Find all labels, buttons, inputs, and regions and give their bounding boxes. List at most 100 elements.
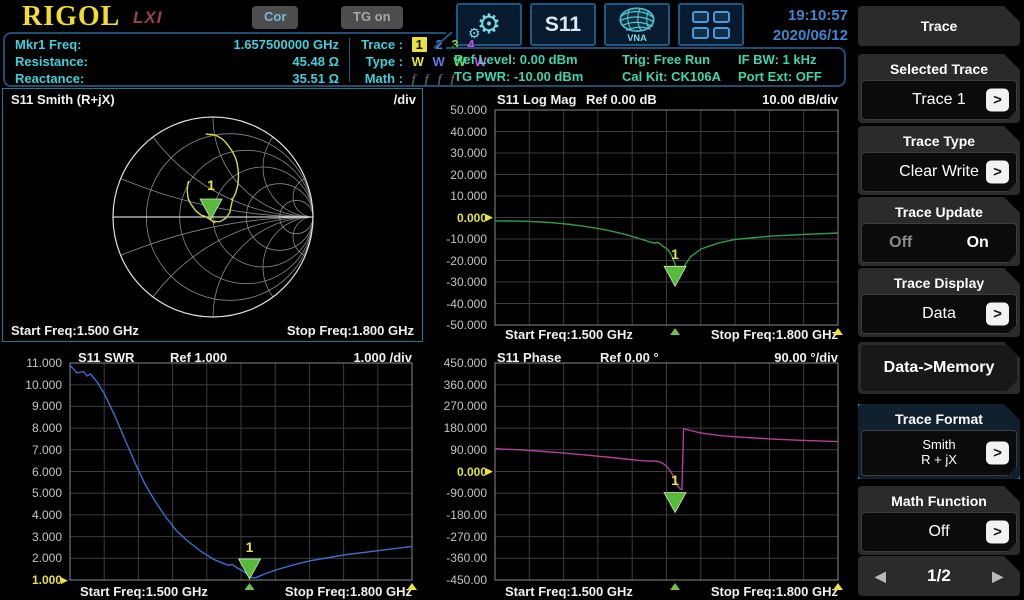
axis-tick-label: 4.000 <box>0 508 62 522</box>
marker-info-bar: Mkr1 Freq: 1.657500000 GHz Resistance: 4… <box>3 32 446 87</box>
stop-freq-tick <box>833 328 843 335</box>
trace-update-off[interactable]: Off <box>889 234 912 252</box>
softkey-trace-display[interactable]: Trace Display Data > <box>858 268 1020 337</box>
axis-tick-label: 3.000 <box>0 530 62 544</box>
axis-tick-label: 8.000 <box>0 421 62 435</box>
trace-update-on[interactable]: On <box>967 234 989 252</box>
axis-tick-label: 1.000 <box>0 573 62 587</box>
softkey-menu: Trace Selected Trace Trace 1 > Trace Typ… <box>858 0 1022 600</box>
clock: 19:10:57 2020/06/12 <box>720 6 848 45</box>
trace-type-value: Clear Write <box>899 163 979 181</box>
axis-tick-label: 30.000 <box>424 146 487 160</box>
page-indicator: 1/2 <box>927 566 951 586</box>
trace-row-label: Trace : <box>357 37 403 52</box>
axis-tick-label: -10.000 <box>424 232 487 246</box>
chevron-right-icon[interactable]: > <box>986 521 1009 544</box>
ref-level-arrow-icon: ▶ <box>486 213 493 222</box>
mkr1-freq-label: Mkr1 Freq: <box>15 37 81 52</box>
if-bandwidth: IF BW: 1 kHz <box>738 52 817 67</box>
lxi-logo: LXI <box>133 8 162 28</box>
vna-screen: RIGOL LXI Cor TG on ⚙ ⚙ S11 VNA 19:10:57… <box>0 0 1024 600</box>
axis-tick-label: -450.00 <box>424 573 487 587</box>
stop-freq-tick <box>833 583 843 590</box>
time: 19:10:57 <box>720 6 848 26</box>
softkey-trace-type[interactable]: Trace Type Clear Write > <box>858 126 1020 195</box>
trace-type-label: Trace Type <box>861 129 1017 152</box>
axis-tick-label: -180.00 <box>424 508 487 522</box>
cal-kit: Cal Kit: CK106A <box>622 69 721 84</box>
trigger-status: Trig: Free Run <box>622 52 710 67</box>
info-divider <box>349 38 350 82</box>
softkey-pager[interactable]: ◀ 1/2 ▶ <box>858 556 1020 596</box>
menu-title-label: Trace <box>861 9 1017 43</box>
type1: W <box>412 54 424 69</box>
axis-tick-label: 7.000 <box>0 443 62 457</box>
axis-tick-label: 9.000 <box>0 399 62 413</box>
axis-tick-label: -90.000 <box>424 486 487 500</box>
axis-tick-label: -360.00 <box>424 551 487 565</box>
trace-format-value-line1: Smith <box>921 438 957 453</box>
marker-1-label: 1 <box>240 539 260 555</box>
date: 2020/06/12 <box>720 26 848 46</box>
ref-level-arrow-icon: ▶ <box>486 467 493 476</box>
axis-tick-label: 50.000 <box>424 103 487 117</box>
data-to-memory-label: Data->Memory <box>884 359 995 377</box>
softkey-math-function[interactable]: Math Function Off > <box>858 486 1020 555</box>
axis-tick-label: 5.000 <box>0 486 62 500</box>
axis-tick-label: 40.000 <box>424 125 487 139</box>
stop-freq-tick <box>407 583 417 590</box>
axis-tick-label: -30.000 <box>424 275 487 289</box>
phase-panel: S11 Phase Ref 0.00 ° 90.00 °/div Start F… <box>424 348 850 600</box>
axis-tick-label: 90.000 <box>424 443 487 457</box>
axis-tick-label: 20.000 <box>424 168 487 182</box>
resistance-label: Resistance: <box>15 54 88 69</box>
marker-freq-tick <box>670 583 680 590</box>
softkey-trace-format[interactable]: Trace Format Smith R + jX > <box>858 404 1020 479</box>
trace1-badge[interactable]: 1 <box>412 37 427 52</box>
axis-tick-label: 450.000 <box>424 356 487 370</box>
axis-tick-label: 10.000 <box>424 189 487 203</box>
reactance-value: 35.51 Ω <box>292 71 339 86</box>
swr-panel: S11 SWR Ref 1.000 1.000 /div Start Freq:… <box>0 348 424 600</box>
softkey-data-to-memory[interactable]: Data->Memory <box>858 342 1020 394</box>
marker-1-triangle[interactable] <box>664 492 686 512</box>
smith-plot <box>3 89 422 341</box>
math1: f <box>412 71 416 87</box>
type-row-label: Type : <box>357 54 403 69</box>
chevron-right-icon[interactable]: > <box>986 442 1009 465</box>
trace-format-value-line2: R + jX <box>921 453 957 468</box>
axis-tick-label: 6.000 <box>0 465 62 479</box>
axis-tick-label: 2.000 <box>0 551 62 565</box>
trace-update-label: Trace Update <box>861 200 1017 223</box>
s11-measurement-button[interactable]: S11 <box>530 3 596 46</box>
menu-title-trace: Trace <box>858 6 1020 46</box>
reactance-label: Reactance: <box>15 71 84 86</box>
chevron-right-icon[interactable]: > <box>986 161 1009 184</box>
axis-tick-label: -270.00 <box>424 530 487 544</box>
math-function-label: Math Function <box>861 489 1017 512</box>
math-function-value: Off <box>928 523 949 541</box>
trace-display-value: Data <box>922 305 956 323</box>
softkey-selected-trace[interactable]: Selected Trace Trace 1 > <box>858 54 1020 123</box>
rigol-logo: RIGOL <box>22 1 120 33</box>
page-prev-icon[interactable]: ◀ <box>875 568 886 585</box>
chevron-right-icon[interactable]: > <box>986 89 1009 112</box>
page-next-icon[interactable]: ▶ <box>992 568 1003 585</box>
marker-1-label: 1 <box>665 246 685 262</box>
trace-format-label: Trace Format <box>861 407 1017 430</box>
marker-1-triangle[interactable] <box>664 266 686 286</box>
math-status-row: Math : f f f f <box>357 71 455 87</box>
smith-chart-panel: S11 Smith (R+jX) /div Start Freq:1.500 G… <box>2 88 423 342</box>
tg-power: TG PWR: -10.00 dBm <box>454 69 583 84</box>
correction-status-chip: Cor <box>252 6 298 29</box>
vna-mode-button[interactable]: VNA <box>604 3 670 46</box>
trace-display-label: Trace Display <box>861 271 1017 294</box>
panel-swr-plot <box>0 348 424 600</box>
axis-tick-label: 0.000 <box>424 211 487 225</box>
tracking-gen-status-chip: TG on <box>341 6 403 29</box>
math3: f <box>438 71 442 87</box>
marker-1-triangle[interactable] <box>239 559 261 579</box>
chevron-right-icon[interactable]: > <box>986 303 1009 326</box>
system-info-bar: Ref Level: 0.00 dBm TG PWR: -10.00 dBm T… <box>446 47 846 87</box>
softkey-trace-update[interactable]: Trace Update Off On <box>858 197 1020 266</box>
